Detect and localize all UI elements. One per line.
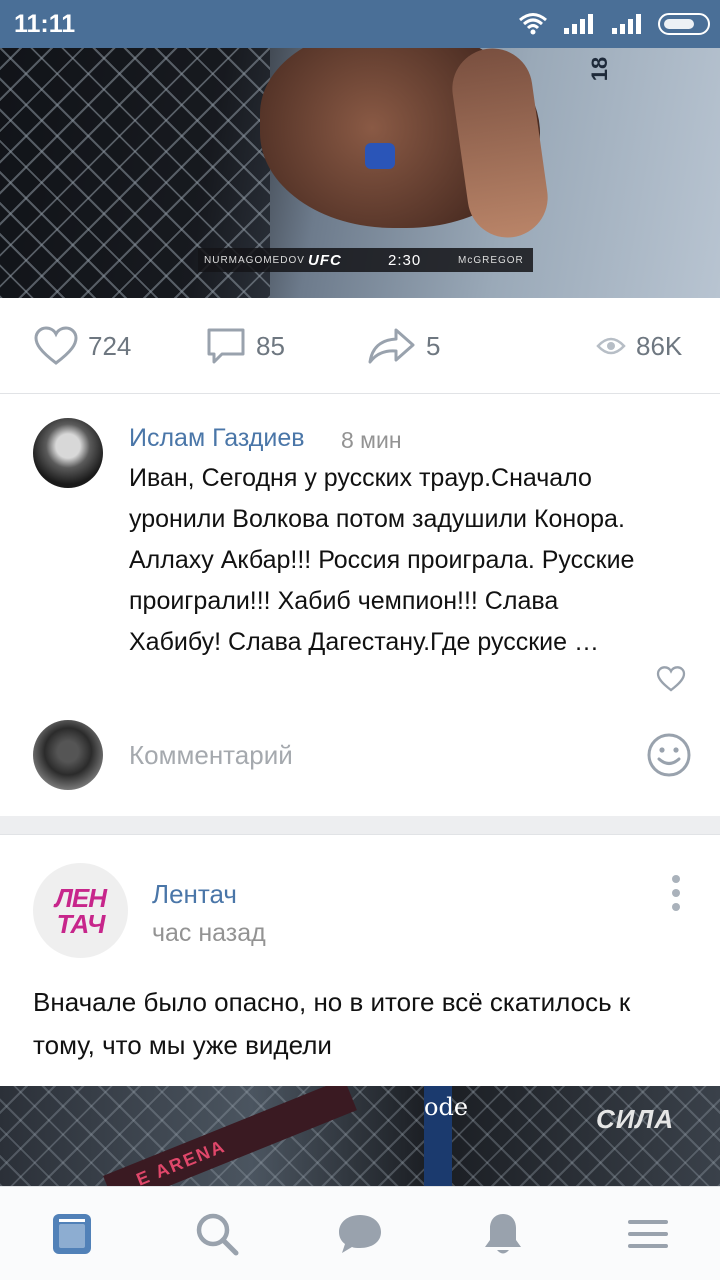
comment-author[interactable]: Ислам Газдиев — [129, 424, 305, 453]
glove-image — [365, 143, 395, 169]
comment-button[interactable]: 85 — [206, 326, 285, 366]
scoreboard-brand: UFC — [308, 251, 342, 269]
comment-icon — [207, 328, 245, 364]
round-marker: 18 — [587, 56, 613, 82]
nav-news[interactable] — [47, 1209, 97, 1259]
share-button[interactable]: 5 — [368, 326, 440, 366]
scoreboard-left-name: NURMAGOMEDOV — [204, 254, 305, 266]
menu-icon — [628, 1220, 668, 1248]
nav-notifications[interactable] — [478, 1209, 528, 1259]
status-icons — [518, 10, 710, 38]
status-bar: 11:11 — [0, 0, 720, 48]
messages-icon — [339, 1215, 381, 1253]
comment-time: 8 мин — [341, 427, 402, 453]
bottom-nav — [0, 1186, 720, 1280]
signal-icon — [564, 14, 593, 34]
comment-like-icon[interactable] — [656, 666, 686, 692]
status-time: 11:11 — [14, 10, 76, 38]
video-thumbnail[interactable]: NURMAGOMEDOV UFC 2:30 McGREGOR 18 — [0, 48, 720, 298]
emoji-icon[interactable] — [646, 732, 692, 778]
share-icon — [368, 328, 415, 364]
arena-pillar: ode — [424, 1086, 468, 1186]
battery-icon — [658, 13, 710, 35]
post-card-2: ЛЕН ТАЧ Лентач час назад Вначале было оп… — [0, 834, 720, 1086]
nav-messages[interactable] — [335, 1209, 385, 1259]
fight-scoreboard: NURMAGOMEDOV UFC 2:30 McGREGOR — [198, 248, 533, 272]
post-actions: 724 85 5 86K — [0, 298, 720, 394]
user-avatar — [33, 720, 103, 790]
like-button[interactable]: 724 — [34, 326, 131, 366]
comment-item: Ислам Газдиев 8 мин Иван, Сегодня у русс… — [0, 394, 720, 714]
share-count: 5 — [426, 330, 441, 361]
comment-text: Иван, Сегодня у русских траур.Сначало ур… — [129, 464, 635, 656]
post-time: час назад — [152, 919, 266, 947]
views-counter: 86K — [596, 326, 682, 366]
search-icon — [196, 1213, 239, 1256]
lenta-logo-line2: ТАЧ — [56, 908, 106, 939]
like-count: 724 — [88, 330, 132, 361]
nav-search[interactable] — [192, 1209, 242, 1259]
post-text: Вначале было опасно, но в итоге всё скат… — [33, 987, 631, 1060]
avatar[interactable]: ЛЕН ТАЧ — [33, 863, 128, 958]
views-count: 86K — [636, 330, 683, 361]
cage-fence — [0, 1086, 720, 1186]
wifi-icon — [519, 13, 547, 35]
post-card: 724 85 5 86K Ислам Газдиев 8 мин Иван, С… — [0, 298, 720, 816]
post-author[interactable]: Лентач — [152, 879, 237, 910]
comment-compose: Комментарий — [0, 716, 720, 816]
scoreboard-clock: 2:30 — [388, 251, 422, 269]
more-options-icon[interactable] — [668, 875, 684, 911]
news-icon — [53, 1214, 91, 1254]
heart-icon — [34, 326, 78, 365]
comment-input[interactable]: Комментарий — [129, 740, 293, 771]
signal-icon-2 — [612, 14, 641, 34]
lenta-logo-line1: ЛЕН — [55, 882, 107, 913]
avatar[interactable] — [33, 418, 103, 488]
notifications-icon — [485, 1214, 521, 1254]
channel-watermark: СИЛА — [596, 1104, 675, 1134]
comment-count: 85 — [256, 330, 285, 361]
post-media[interactable]: E ARENA ode СИЛА — [0, 1086, 720, 1186]
nav-menu[interactable] — [623, 1209, 673, 1259]
eye-icon — [596, 337, 626, 355]
scoreboard-right-name: McGREGOR — [458, 254, 524, 266]
